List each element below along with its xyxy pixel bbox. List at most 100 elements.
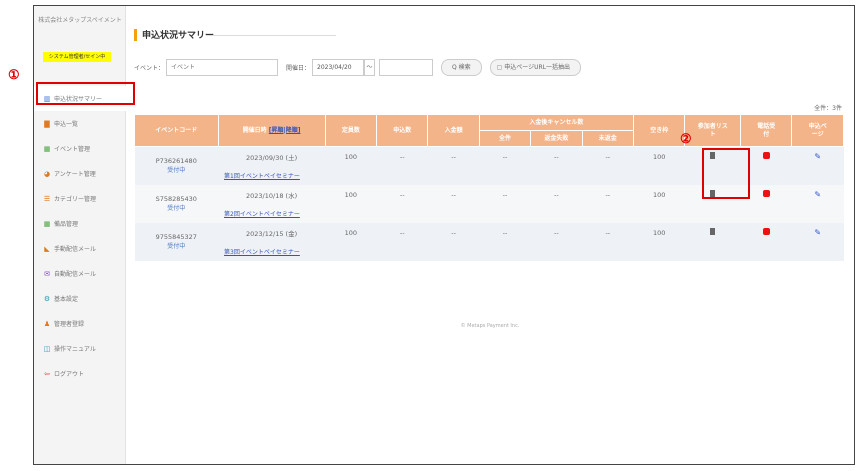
cancel-all-cell: -- <box>479 222 531 243</box>
sidebar-item-label: 自動配信メール <box>54 271 97 278</box>
date-to-input[interactable] <box>379 58 434 76</box>
main-content: 申込状況サマリー イベント： 開催日： 2023/04/20 〜 Q 検索 ▢ … <box>126 6 854 464</box>
col-header-capacity: 定員数 <box>324 114 378 147</box>
link-icon[interactable]: ✎ <box>814 228 821 237</box>
link-icon[interactable]: ✎ <box>814 152 821 161</box>
total-count: 全件：3件 <box>814 105 842 112</box>
vacancy-cell: 100 <box>633 184 685 205</box>
pie-chart-icon: ◕ <box>43 169 51 178</box>
plan-badge: システム管理者/セイン中 <box>43 52 111 62</box>
sidebar-item-manual[interactable]: ◫ 操作マニュアル <box>34 336 126 361</box>
table-row: 9755845327 受付中 2023/12/15 (金) 100 -- -- … <box>134 222 844 261</box>
col-header-cancel-all: 全件 <box>478 130 532 147</box>
participants-cell <box>684 222 741 243</box>
date-sort-link[interactable]: [昇順|降順] <box>269 127 301 134</box>
col-header-date: 開催日時 [昇順|降順] <box>217 114 326 147</box>
phone-icon[interactable] <box>762 190 770 197</box>
link-icon[interactable]: ✎ <box>814 190 821 199</box>
event-title-link[interactable]: 第3回イベントペイセミナー <box>218 242 844 261</box>
sidebar-item-label: 申込一覧 <box>54 121 79 128</box>
capacity-cell: 100 <box>325 222 377 243</box>
page-cell: ✎ <box>791 184 844 205</box>
page-cell: ✎ <box>791 222 844 243</box>
extract-url-button[interactable]: ▢ 申込ページURL一括抽出 <box>489 58 582 76</box>
sidebar-item-equipment[interactable]: ▦ 備品管理 <box>34 211 126 236</box>
sidebar-item-label: イベント管理 <box>54 146 91 153</box>
refund-fail-cell: -- <box>530 184 583 205</box>
mail-icon: ✉ <box>44 269 50 278</box>
capacity-cell: 100 <box>325 184 377 205</box>
phone-icon[interactable] <box>762 228 770 235</box>
logout-icon: ⇦ <box>44 369 50 378</box>
sidebar-item-admin[interactable]: ♟ 管理者登録 <box>34 311 126 336</box>
paid-cell: -- <box>427 222 480 243</box>
phone-icon[interactable] <box>762 152 770 160</box>
sidebar-item-label: 備品管理 <box>54 221 79 228</box>
status-badge: 受付中 <box>167 243 186 250</box>
applied-cell: -- <box>376 146 428 167</box>
event-title-link[interactable]: 第2回イベントペイセミナー <box>218 204 844 223</box>
title-divider <box>206 35 336 36</box>
range-separator: 〜 <box>364 58 376 76</box>
date-cell: 2023/12/15 (金) <box>218 222 326 243</box>
paid-cell: -- <box>427 184 480 205</box>
col-header-date-label: 開催日時 <box>242 126 267 134</box>
event-input[interactable] <box>166 58 279 76</box>
col-header-code: イベントコード <box>134 114 219 147</box>
event-code-cell: S758285430 受付中 <box>134 184 219 223</box>
sidebar-item-manual-mail[interactable]: ◣ 手動配信メール <box>34 236 126 261</box>
sidebar-item-logout[interactable]: ⇦ ログアウト <box>34 361 126 386</box>
sidebar-item-category[interactable]: ☰ カテゴリー管理 <box>34 186 126 211</box>
annotation-box-summary <box>36 82 135 105</box>
sidebar-item-applications[interactable]: ▇ 申込一覧 <box>34 111 126 136</box>
footer-copyright: © Metaps Payment Inc. <box>460 323 520 329</box>
sidebar: 株式会社メタップスペイメント システム管理者/セイン中 ▥ 申込状況サマリー ▇… <box>34 6 126 464</box>
table-row-sub: 第3回イベントペイセミナー <box>135 242 844 261</box>
search-button[interactable]: Q 検索 <box>441 58 482 76</box>
applied-cell: -- <box>376 184 428 205</box>
refund-fail-cell: -- <box>530 146 583 167</box>
book-icon: ◫ <box>43 344 51 353</box>
gear-icon: ⚙ <box>43 294 51 303</box>
refund-fail-cell: -- <box>530 222 583 243</box>
col-header-applied: 申込数 <box>376 114 429 147</box>
sidebar-item-events[interactable]: ▦ イベント管理 <box>34 136 126 161</box>
sidebar-item-label: 操作マニュアル <box>54 346 96 353</box>
grid-icon: ▦ <box>43 144 51 153</box>
unrefunded-cell: -- <box>582 184 634 205</box>
date-cell: 2023/10/18 (水) <box>218 184 326 205</box>
annotation-box-participants <box>702 148 750 199</box>
page-title: 申込状況サマリー <box>134 28 214 41</box>
col-header-unrefunded: 未返金 <box>581 130 635 147</box>
phone-cell <box>740 222 792 243</box>
app-window: 株式会社メタップスペイメント システム管理者/セイン中 ▥ 申込状況サマリー ▇… <box>33 5 855 465</box>
vacancy-cell: 100 <box>633 222 685 243</box>
search-bar: イベント： 開催日： 2023/04/20 〜 Q 検索 ▢ 申込ページURL一… <box>134 57 582 77</box>
col-header-participants: 参加者リスト <box>684 114 742 147</box>
page-title-text: 申込状況サマリー <box>142 31 215 41</box>
document-icon[interactable] <box>710 228 716 235</box>
sidebar-item-label: 手動配信メール <box>54 246 97 253</box>
sidebar-item-survey[interactable]: ◕ アンケート管理 <box>34 161 126 186</box>
users-icon: ♟ <box>43 319 51 328</box>
extract-url-button-label: 申込ページURL一括抽出 <box>504 63 571 71</box>
paid-cell: -- <box>427 146 480 167</box>
vacancy-cell: 100 <box>633 146 685 167</box>
sidebar-item-auto-mail[interactable]: ✉ 自動配信メール <box>34 261 126 286</box>
rss-icon: ◣ <box>44 244 50 253</box>
table-row-sub: 第2回イベントペイセミナー <box>135 204 844 223</box>
event-label: イベント： <box>134 64 165 72</box>
sidebar-item-label: アンケート管理 <box>54 171 96 178</box>
event-code: 9755845327 <box>155 233 197 241</box>
unrefunded-cell: -- <box>582 222 634 243</box>
sidebar-item-settings[interactable]: ⚙ 基本設定 <box>34 286 126 311</box>
event-code: P736261480 <box>155 157 197 166</box>
sidebar-item-label: カテゴリー管理 <box>54 196 97 203</box>
annotation-number-1: ① <box>8 68 20 83</box>
date-from-input[interactable]: 2023/04/20 <box>312 58 365 76</box>
status-badge: 受付中 <box>167 205 186 212</box>
status-badge: 受付中 <box>167 167 186 175</box>
menu-icon: ☰ <box>43 194 51 203</box>
capacity-cell: 100 <box>325 146 377 167</box>
grid-icon: ▦ <box>43 219 51 228</box>
